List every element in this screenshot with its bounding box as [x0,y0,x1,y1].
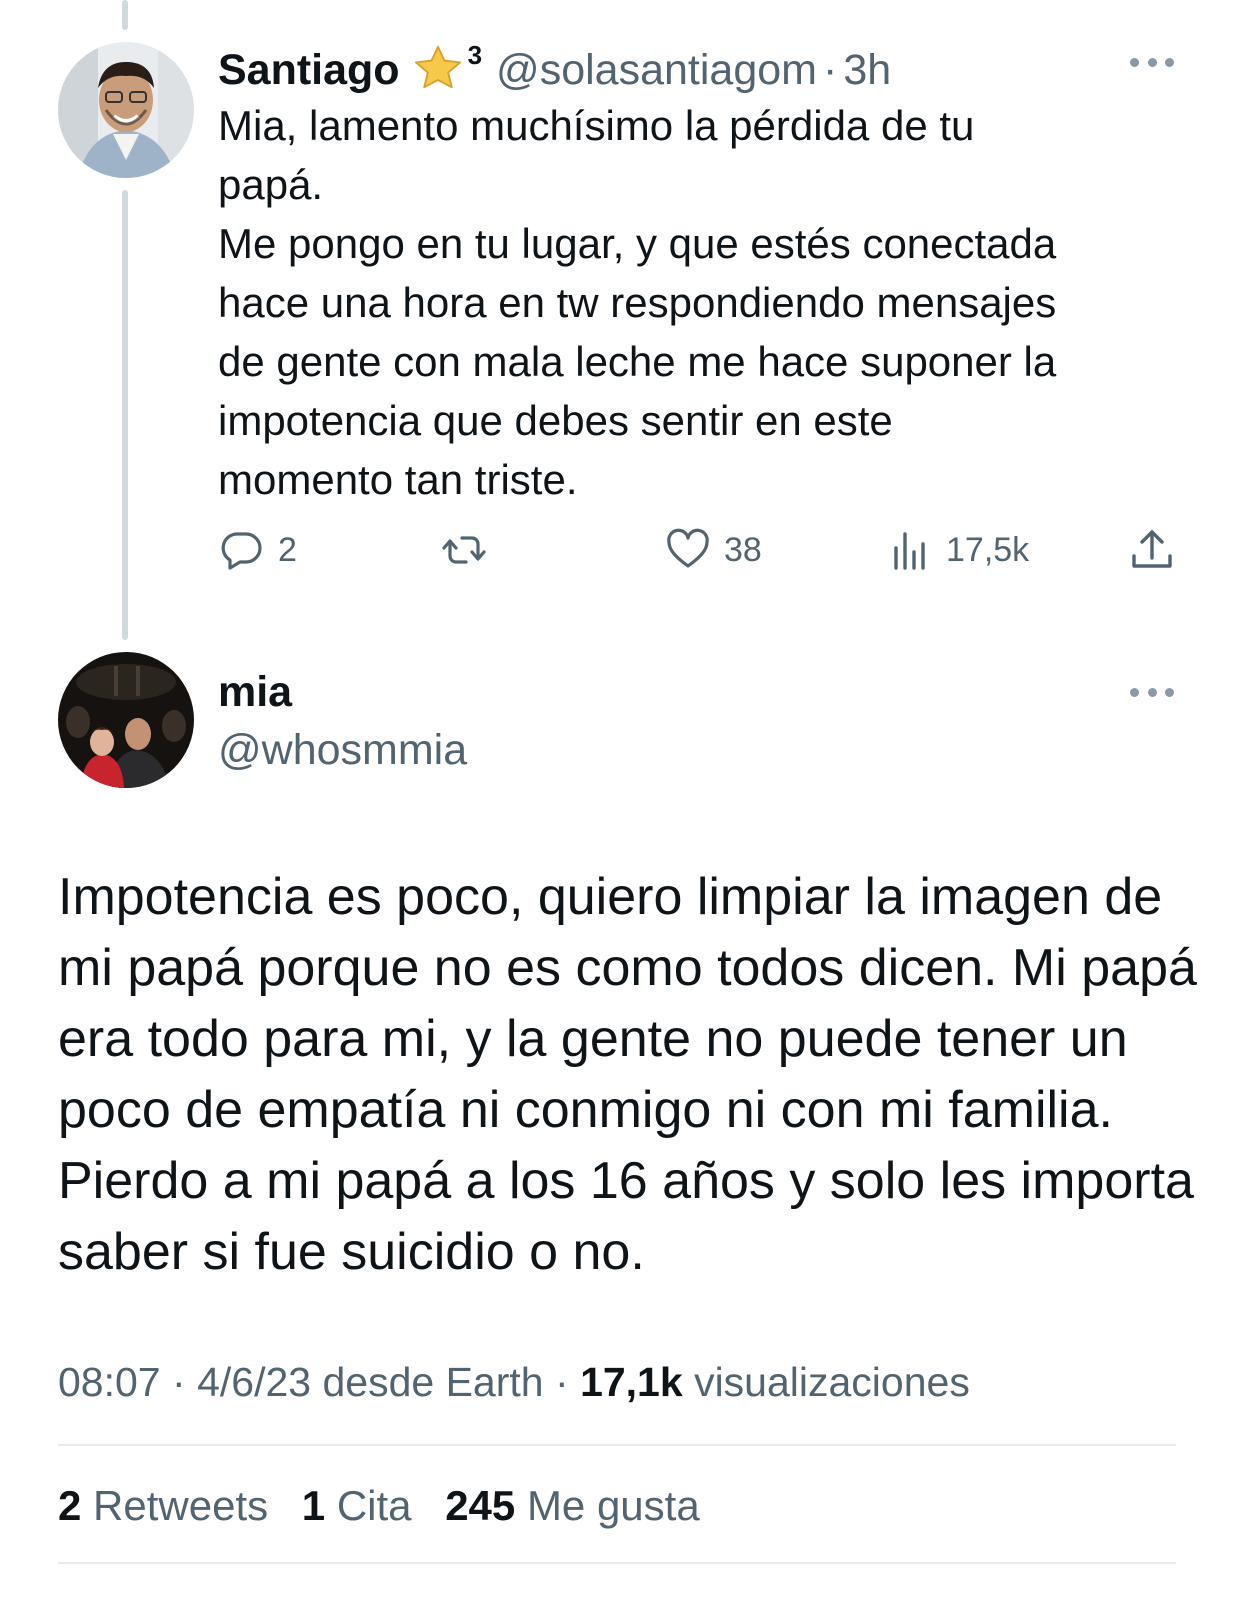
tweet-text: Impotencia es poco, quiero limpiar la im… [58,868,1197,1281]
separator-dot: · [822,46,838,94]
tweet-source: desde Earth [322,1359,544,1405]
retweet-button[interactable] [440,526,500,574]
retweets-label: Retweets [93,1482,269,1529]
divider [58,1444,1176,1446]
likes-label: Me gusta [526,1482,700,1529]
reply-button[interactable]: 2 [218,526,297,574]
views-icon [886,526,934,574]
likes-count: 245 [445,1482,516,1529]
comment-icon [218,526,266,574]
retweet-icon [440,526,488,574]
quotes-count: 1 [301,1482,326,1529]
share-button[interactable] [1128,526,1176,574]
tweet-time[interactable]: 08:07 [58,1359,161,1405]
views-button[interactable]: 17,5k [886,526,1029,574]
tweet-author-handle[interactable]: @whosmmia [218,724,467,776]
reply-time[interactable]: 3h [843,44,891,96]
reply-text-line: momento tan triste. [218,456,578,503]
reply-text-line: impotencia que debes sentir en este [218,397,893,444]
reply-author-name[interactable]: Santiago [218,44,400,96]
tweet-meta: 08:07 · 4/6/23 desde Earth · 17,1k visua… [58,1356,970,1408]
tweet-date[interactable]: 4/6/23 [197,1359,311,1405]
star-icon [410,44,466,90]
badge-superscript: 3 [467,40,483,70]
likes-stat[interactable]: 245 Me gusta [445,1482,700,1529]
more-options-icon[interactable] [1130,682,1174,702]
quotes-stat[interactable]: 1 Cita [302,1482,423,1529]
share-icon [1128,526,1176,574]
reply-text-line: de gente con mala leche me hace suponer … [218,338,1057,385]
views-label: visualizaciones [694,1359,970,1405]
like-count: 38 [724,530,762,569]
tweet-stats: 2 Retweets 1 Cita 245 Me gusta [58,1478,722,1534]
reply-text-line: hace una hora en tw respondiendo mensaje… [218,279,1057,326]
views-count: 17,5k [946,530,1030,569]
reply-text-line: Me pongo en tu lugar, y que estés conect… [218,220,1057,267]
heart-icon [664,526,712,574]
views-count: 17,1k [580,1359,683,1405]
more-options-icon[interactable] [1130,52,1174,72]
reply-header: Santiago 3 @solasantiagom · 3h [218,38,891,101]
reply-action-bar: 2 38 17,5k [218,526,1178,584]
reply-author-handle[interactable]: @solasantiagom [496,44,817,96]
reply-text-line: Mia, lamento muchísimo la pérdida de tu [218,102,975,149]
tweet-author-name[interactable]: mia [218,666,292,718]
mia-avatar[interactable] [58,652,194,788]
reply-text-line: papá. [218,161,324,208]
reply-count: 2 [278,530,297,569]
retweets-count: 2 [58,1482,82,1529]
reply-text: Mia, lamento muchísimo la pérdida de tu … [218,96,1178,509]
thread-line-top [122,0,128,30]
like-button[interactable]: 38 [664,526,762,574]
retweets-stat[interactable]: 2 Retweets [58,1482,280,1529]
thread-line [122,190,128,640]
quotes-label: Cita [336,1482,412,1529]
separator-dot: · [172,1359,186,1405]
separator-dot: · [555,1359,569,1405]
santiago-avatar[interactable] [58,42,194,178]
divider [58,1562,1176,1564]
